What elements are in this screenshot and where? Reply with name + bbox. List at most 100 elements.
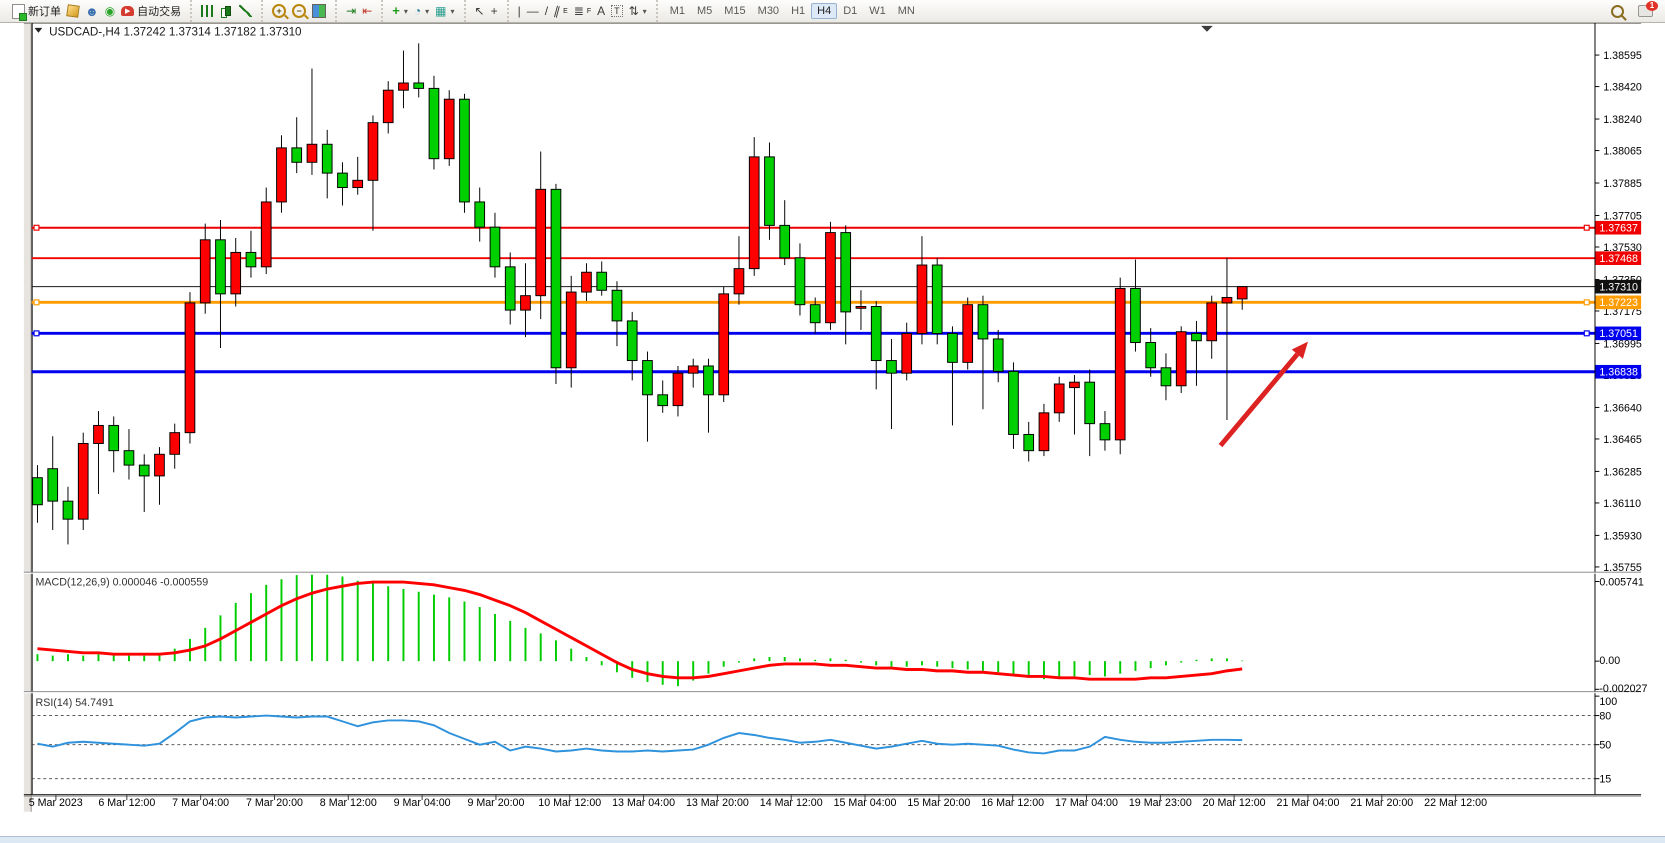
indicators-button[interactable]: +▾ [389, 2, 411, 21]
cursor-icon: ↖ [475, 5, 485, 17]
macd-signal-line [37, 582, 1242, 679]
svg-text:1.38065: 1.38065 [1603, 145, 1642, 157]
vertical-line-button[interactable]: | [515, 2, 524, 21]
new-order-icon [12, 4, 25, 19]
trendline-button[interactable]: / [542, 2, 551, 21]
clock-icon: ◔ [414, 5, 421, 17]
zoom-out-button[interactable]: − [289, 2, 309, 21]
autotrade-button[interactable]: ▶ 自动交易 [118, 2, 184, 21]
chart-shift-icon: ⇤ [362, 5, 372, 17]
timeframe-m1[interactable]: M1 [664, 3, 691, 19]
zoom-out-icon: − [292, 4, 306, 18]
chat-badge: 1 [1646, 1, 1658, 11]
svg-text:1.35930: 1.35930 [1603, 530, 1642, 542]
toolbar-group-scroll: ⇥ ⇤ [335, 0, 379, 22]
timeframe-m30[interactable]: M30 [752, 3, 785, 19]
bar-chart-button[interactable] [198, 2, 217, 21]
svg-text:-0.002027: -0.002027 [1599, 683, 1647, 695]
toolbar-right: 1 [1608, 2, 1662, 21]
svg-text:16 Mar 12:00: 16 Mar 12:00 [981, 797, 1044, 809]
timeframe-mn[interactable]: MN [892, 3, 921, 19]
svg-text:8 Mar 12:00: 8 Mar 12:00 [320, 797, 377, 809]
auto-scroll-icon: ⇥ [346, 5, 356, 17]
svg-text:1.37223: 1.37223 [1599, 297, 1638, 309]
svg-text:1.37468: 1.37468 [1599, 253, 1638, 265]
svg-text:7 Mar 20:00: 7 Mar 20:00 [246, 797, 303, 809]
market-watch-icon [66, 4, 80, 18]
timeframe-h1[interactable]: H1 [785, 3, 811, 19]
indicators-icon: + [392, 5, 400, 17]
search-button[interactable] [1608, 2, 1627, 21]
chevron-down-icon: ▾ [404, 7, 408, 16]
channel-button[interactable]: ∥E [551, 2, 571, 21]
chart-shift-marker[interactable] [1201, 26, 1213, 32]
text-label-button[interactable]: T [608, 2, 626, 21]
chart-frame [24, 23, 1641, 812]
text-button[interactable]: A [594, 2, 608, 21]
macd-pane: MACD(12,26,9) 0.000046 -0.000559 0.00574… [36, 575, 1648, 695]
svg-text:13 Mar 04:00: 13 Mar 04:00 [612, 797, 675, 809]
svg-text:1.37310: 1.37310 [1599, 282, 1638, 294]
zoom-in-button[interactable]: + [269, 2, 289, 21]
one-click-trading-arrow-icon[interactable] [35, 28, 43, 33]
templates-button[interactable]: ▦▾ [432, 2, 457, 21]
svg-text:15 Mar 20:00: 15 Mar 20:00 [907, 797, 970, 809]
macd-label: MACD(12,26,9) 0.000046 -0.000559 [36, 576, 209, 588]
zoom-in-icon: + [272, 4, 286, 18]
time-axis[interactable]: 5 Mar 20236 Mar 12:007 Mar 04:007 Mar 20… [29, 795, 1487, 809]
horizontal-line-button[interactable]: — [524, 2, 542, 21]
svg-text:9 Mar 04:00: 9 Mar 04:00 [394, 797, 451, 809]
navigator-icon: ☻ [85, 5, 99, 18]
arrows-button[interactable]: ⇅▾ [626, 2, 650, 21]
trendline-icon: / [545, 5, 548, 17]
svg-text:1.37051: 1.37051 [1599, 328, 1638, 340]
line-chart-button[interactable] [236, 2, 255, 21]
svg-text:21 Mar 04:00: 21 Mar 04:00 [1277, 797, 1340, 809]
price-axis[interactable]: 1.385951.384201.382401.380651.378851.377… [1595, 50, 1642, 574]
svg-text:15: 15 [1599, 774, 1611, 786]
signals-button[interactable]: ◉ [102, 2, 118, 21]
toolbar: 新订单 ☻ ◉ ▶ 自动交易 + − ⇥ ⇤ +▾ ◔▾ ▦▾ ↖ + | — … [0, 0, 1665, 23]
chevron-down-icon: ▾ [425, 7, 429, 16]
horizontal-line-icon: — [527, 5, 539, 17]
candlestick-chart-button[interactable] [217, 2, 236, 21]
timeframe-m15[interactable]: M15 [718, 3, 751, 19]
auto-scroll-button[interactable]: ⇥ [343, 2, 359, 21]
periods-button[interactable]: ◔▾ [411, 2, 432, 21]
crosshair-button[interactable]: + [488, 2, 501, 21]
tile-windows-icon [312, 4, 326, 18]
timeframe-m5[interactable]: M5 [691, 3, 718, 19]
svg-text:1.36838: 1.36838 [1599, 367, 1638, 379]
vertical-line-icon: | [518, 5, 521, 17]
chart-svg[interactable]: 1.385951.384201.382401.380651.378851.377… [0, 23, 1665, 836]
template-icon: ▦ [435, 5, 446, 17]
chart-window[interactable]: 1.385951.384201.382401.380651.378851.377… [0, 23, 1665, 836]
rsi-label: RSI(14) 54.7491 [36, 697, 114, 709]
text-label-icon: T [611, 5, 623, 17]
timeframe-d1[interactable]: D1 [837, 3, 863, 19]
chart-shift-button[interactable]: ⇤ [359, 2, 375, 21]
svg-text:1.36110: 1.36110 [1603, 498, 1641, 510]
chat-button[interactable]: 1 [1635, 2, 1656, 21]
timeframe-h4[interactable]: H4 [811, 3, 837, 19]
channel-icon: ∥ [553, 4, 562, 17]
svg-text:9 Mar 20:00: 9 Mar 20:00 [467, 797, 524, 809]
fibonacci-button[interactable]: ≣F [571, 2, 594, 21]
svg-text:21 Mar 20:00: 21 Mar 20:00 [1350, 797, 1413, 809]
timeframe-w1[interactable]: W1 [863, 3, 892, 19]
svg-text:100: 100 [1599, 696, 1617, 708]
new-order-button[interactable]: 新订单 [9, 2, 64, 21]
toolbar-group-cursor: ↖ + [464, 0, 505, 22]
tile-windows-button[interactable] [309, 2, 329, 21]
trend-arrow-object[interactable] [1221, 342, 1308, 446]
toolbar-group-trade: 新订单 ☻ ◉ ▶ 自动交易 [3, 0, 188, 22]
navigator-button[interactable]: ☻ [82, 2, 102, 21]
toolbar-group-chart-type [190, 0, 259, 22]
crosshair-icon: + [491, 5, 498, 17]
svg-text:15 Mar 04:00: 15 Mar 04:00 [834, 797, 897, 809]
cursor-button[interactable]: ↖ [472, 2, 488, 21]
market-watch-button[interactable] [64, 2, 82, 21]
autotrade-icon: ▶ [121, 6, 134, 16]
svg-text:13 Mar 20:00: 13 Mar 20:00 [686, 797, 749, 809]
text-icon: A [597, 5, 605, 17]
